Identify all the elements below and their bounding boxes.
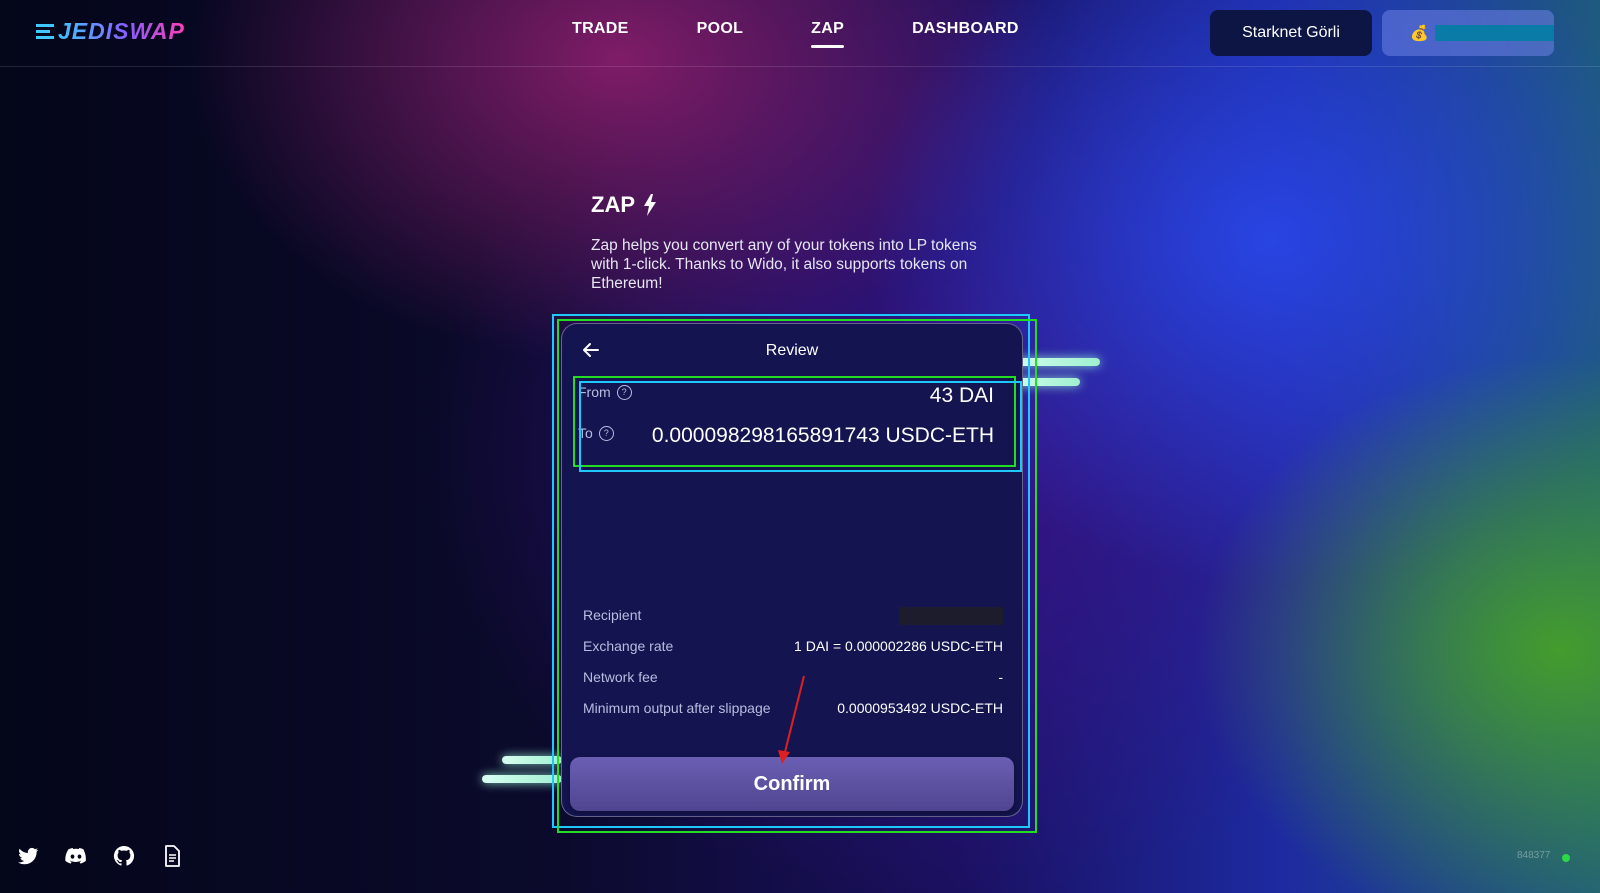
- network-fee-value: -: [998, 669, 1003, 685]
- money-bag-icon: 💰: [1410, 25, 1429, 42]
- discord-icon[interactable]: [64, 844, 88, 868]
- help-icon[interactable]: ?: [598, 425, 614, 441]
- status-dot-icon: [1562, 854, 1570, 862]
- min-output-label: Minimum output after slippage: [583, 700, 771, 716]
- brand-name: JEDISWAP: [58, 18, 185, 44]
- to-label: To: [578, 425, 593, 441]
- lightning-icon: [644, 194, 656, 216]
- page-title: ZAP: [591, 192, 657, 218]
- nav-pool[interactable]: POOL: [697, 20, 744, 38]
- logo-mark-icon: [36, 24, 54, 39]
- zap-description: Zap helps you convert any of your tokens…: [591, 237, 977, 292]
- from-amount: 43 DAI: [929, 384, 994, 407]
- glow-bar-decoration: [502, 756, 562, 764]
- top-header: JEDISWAP TRADE POOL ZAP DASHBOARD Starkn…: [0, 0, 1600, 67]
- from-label: From: [578, 384, 611, 400]
- document-icon[interactable]: [160, 844, 184, 868]
- wallet-address-redacted: [1434, 25, 1554, 41]
- nav-dashboard[interactable]: DASHBOARD: [912, 20, 1019, 38]
- to-amount: 0.000098298165891743 USDC-ETH: [651, 424, 994, 447]
- glow-bar-decoration: [482, 775, 562, 783]
- recipient-address-redacted: [899, 607, 1003, 625]
- main-nav: TRADE POOL ZAP DASHBOARD: [560, 20, 1019, 48]
- token-summary: From ? 43 DAI To ? 0.000098298165891743 …: [576, 378, 1008, 464]
- network-button[interactable]: Starknet Görli: [1210, 10, 1372, 56]
- twitter-icon[interactable]: [16, 844, 40, 868]
- social-links: [16, 844, 184, 868]
- exchange-rate-value: 1 DAI = 0.000002286 USDC-ETH: [794, 638, 1003, 654]
- nav-zap[interactable]: ZAP: [811, 20, 844, 48]
- block-number: 848377: [1517, 850, 1551, 861]
- help-icon[interactable]: ?: [616, 384, 632, 400]
- zap-title-text: ZAP: [591, 192, 635, 217]
- detail-row-exchange-rate: Exchange rate 1 DAI = 0.000002286 USDC-E…: [583, 638, 1003, 654]
- wallet-button[interactable]: 💰: [1382, 10, 1554, 56]
- github-icon[interactable]: [112, 844, 136, 868]
- review-title: Review: [765, 342, 819, 359]
- recipient-label: Recipient: [583, 607, 642, 623]
- network-fee-label: Network fee: [583, 669, 658, 685]
- review-header: Review: [562, 324, 1022, 374]
- nav-trade[interactable]: TRADE: [572, 20, 629, 38]
- min-output-value: 0.0000953492 USDC-ETH: [837, 700, 1003, 716]
- annotation-arrow: [778, 675, 805, 764]
- exchange-rate-label: Exchange rate: [583, 638, 674, 654]
- detail-row-recipient: Recipient: [583, 607, 1003, 625]
- to-label-row: To ?: [578, 425, 614, 441]
- brand-logo[interactable]: JEDISWAP: [36, 18, 185, 45]
- from-label-row: From ?: [578, 384, 632, 400]
